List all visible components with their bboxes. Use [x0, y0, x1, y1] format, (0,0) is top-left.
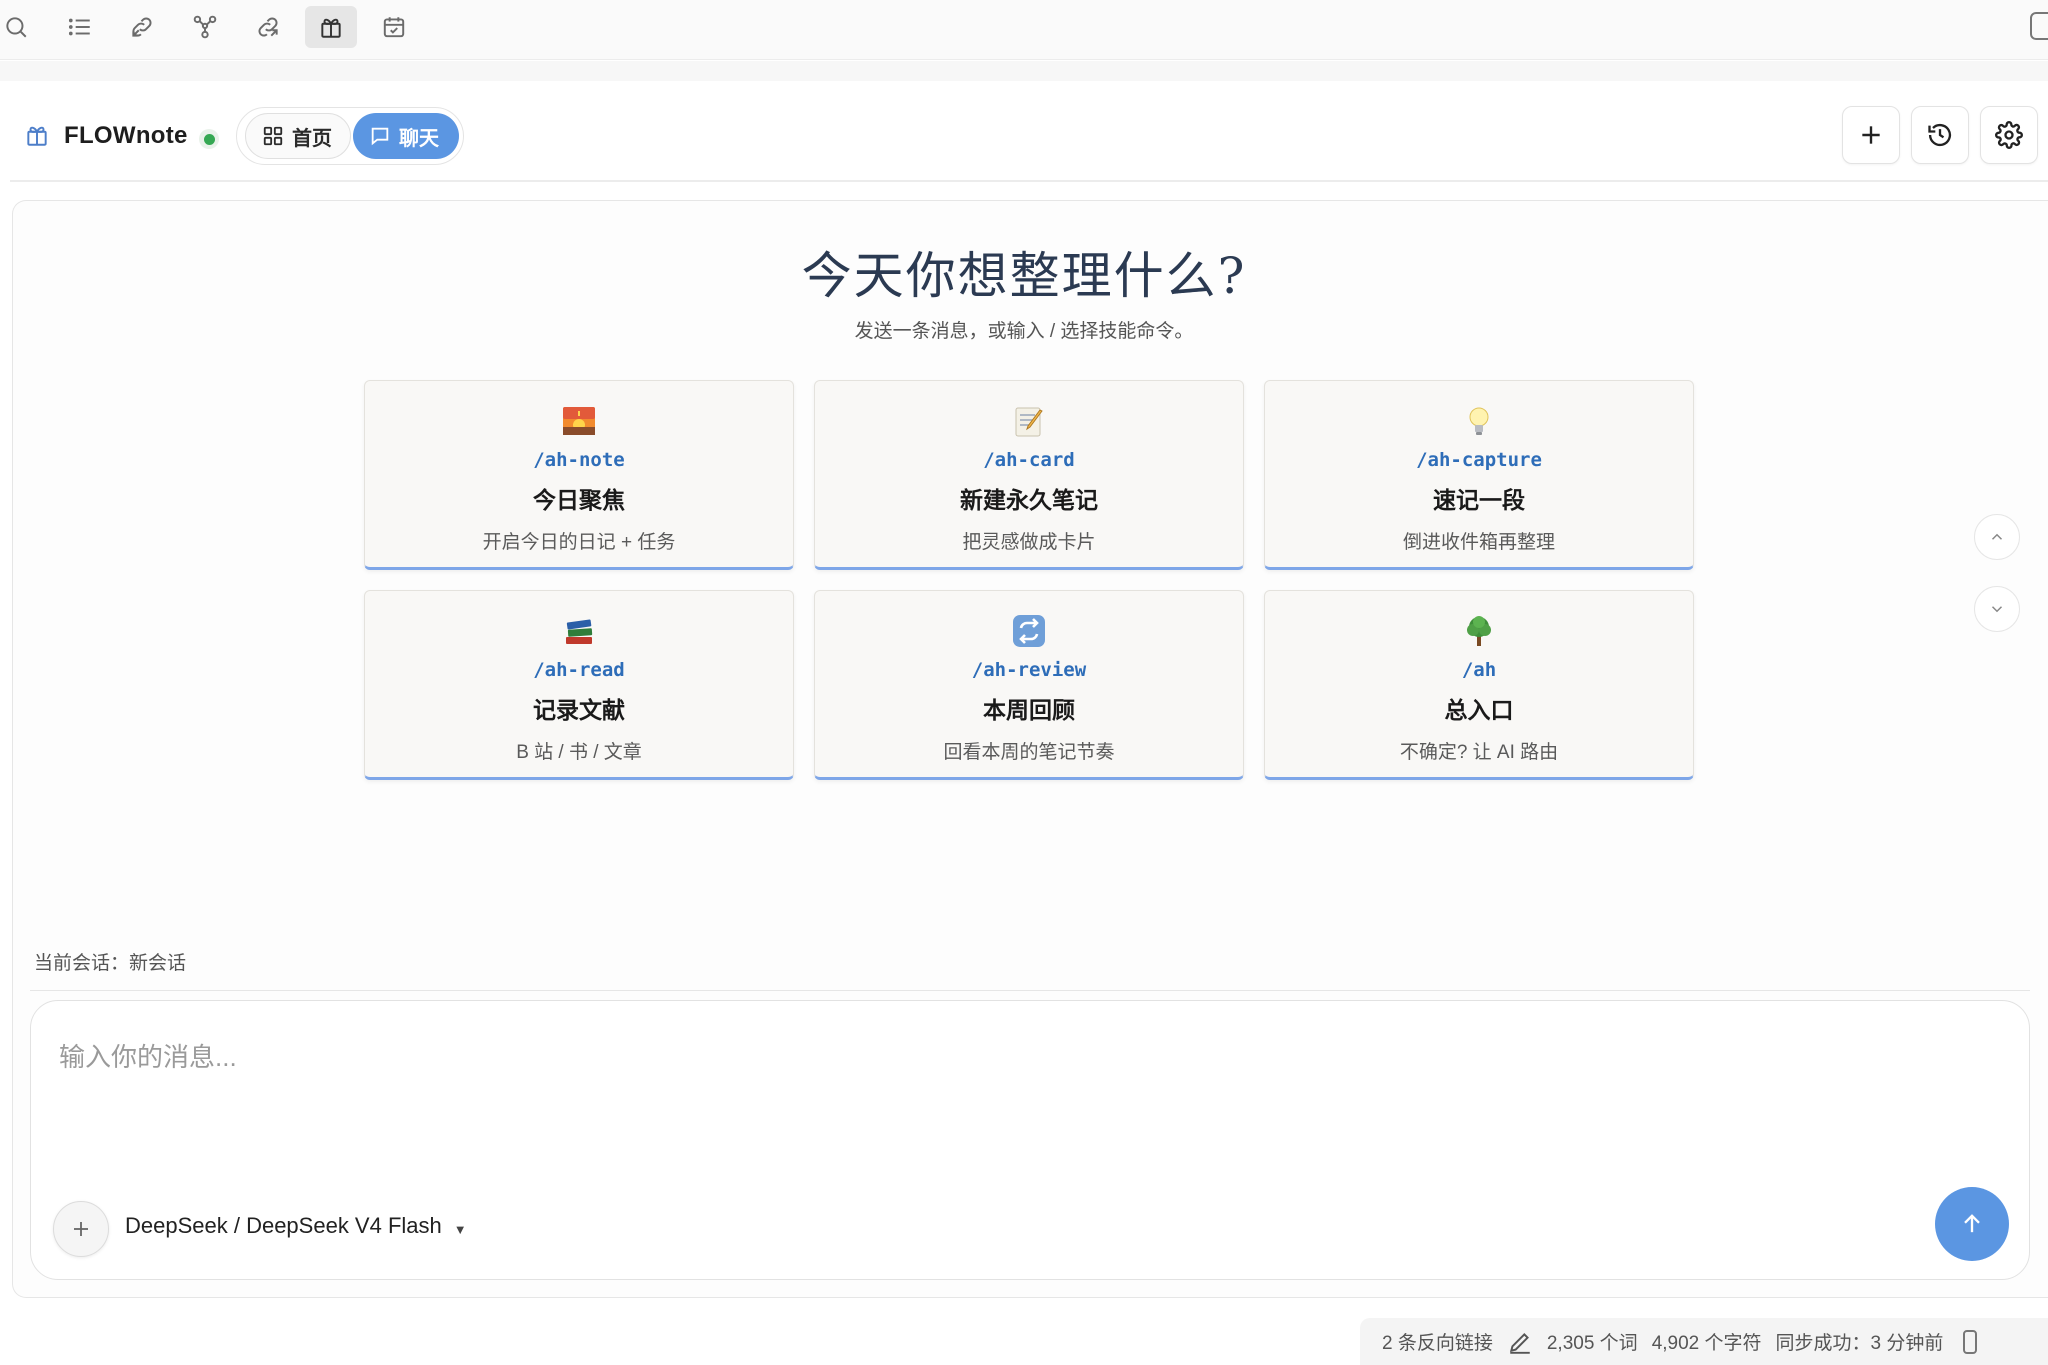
- sync-icon[interactable]: [1963, 1329, 1978, 1354]
- flownote-logo-icon: [24, 122, 50, 148]
- sync-status[interactable]: 同步成功：3 分钟前: [1776, 1328, 1944, 1355]
- skill-title: 速记一段: [1433, 487, 1525, 513]
- char-count: 4,902 个字符: [1651, 1333, 1762, 1354]
- header-divider: [10, 180, 2048, 182]
- app-name: FLOWnote: [64, 122, 188, 149]
- status-bar: 2 条反向链接 2,305 个词 4,902 个字符 同步成功：3 分钟前: [1360, 1318, 2048, 1365]
- arrow-up-icon: [1964, 1214, 1980, 1233]
- skill-cards-grid: /ah-note 今日聚焦 开启今日的日记 + 任务 /ah-card 新建永久…: [364, 380, 1694, 780]
- word-count: 2,305 个词: [1546, 1333, 1638, 1354]
- session-divider: [30, 990, 2030, 991]
- tree-icon: [1461, 613, 1497, 649]
- skill-command: /ah-capture: [1416, 449, 1542, 471]
- skill-title: 记录文献: [533, 697, 625, 723]
- scroll-down-button[interactable]: [1974, 586, 2020, 632]
- skill-command: /ah-card: [983, 449, 1075, 471]
- skill-command: /ah-review: [971, 659, 1087, 681]
- gear-icon: [1995, 121, 2023, 149]
- grid-icon: [263, 126, 283, 146]
- top-ribbon: [0, 0, 2048, 60]
- sunrise-icon: [561, 403, 597, 439]
- ribbon-divider: [0, 61, 2048, 81]
- flownote-icon[interactable]: [305, 6, 357, 48]
- skill-card-ah-capture[interactable]: /ah-capture 速记一段 倒进收件箱再整理: [1264, 380, 1694, 570]
- message-input[interactable]: [59, 1037, 1959, 1077]
- skill-card-ah-review[interactable]: /ah-review 本周回顾 回看本周的笔记节奏: [814, 590, 1244, 780]
- plus-icon: [74, 1222, 88, 1236]
- chevron-down-icon: [1991, 606, 2003, 613]
- search-icon[interactable]: [0, 6, 42, 48]
- scroll-up-button[interactable]: [1974, 514, 2020, 560]
- history-icon: [1928, 123, 1952, 147]
- backlink-icon[interactable]: [116, 6, 168, 48]
- plugin-header: FLOWnote 首页 聊天: [0, 100, 2048, 180]
- skill-description: 不确定? 让 AI 路由: [1399, 742, 1559, 763]
- skill-card-ah-card[interactable]: /ah-card 新建永久笔记 把灵感做成卡片: [814, 380, 1244, 570]
- skill-command: /ah: [1461, 659, 1497, 681]
- tab-chat[interactable]: 聊天: [353, 113, 459, 159]
- model-name: DeepSeek / DeepSeek V4 Flash: [125, 1213, 442, 1238]
- hero-title: 今天你想整理什么?: [801, 247, 1247, 305]
- tab-home[interactable]: 首页: [245, 113, 351, 159]
- attach-button[interactable]: [53, 1201, 109, 1257]
- view-switcher: 首页 聊天: [236, 107, 464, 165]
- skill-description: 开启今日的日记 + 任务: [482, 532, 676, 553]
- new-chat-button[interactable]: [1842, 106, 1900, 164]
- tab-home-label: 首页: [292, 127, 332, 150]
- tab-chat-label: 聊天: [399, 127, 439, 150]
- skill-title: 总入口: [1444, 697, 1514, 723]
- backlinks-count[interactable]: 2 条反向链接: [1382, 1328, 1493, 1355]
- repeat-icon: [1011, 613, 1047, 649]
- skill-title: 今日聚焦: [533, 487, 625, 513]
- skill-description: B 站 / 书 / 文章: [516, 742, 642, 763]
- books-icon: [561, 613, 597, 649]
- settings-button[interactable]: [1980, 106, 2038, 164]
- skill-title: 本周回顾: [983, 697, 1075, 723]
- send-button[interactable]: [1935, 1187, 2009, 1261]
- connection-status-indicator: [199, 129, 219, 149]
- calendar-icon[interactable]: [368, 6, 420, 48]
- model-selector[interactable]: DeepSeek / DeepSeek V4 Flash ▼: [125, 1213, 467, 1239]
- skill-command: /ah-note: [533, 449, 625, 471]
- outgoing-link-icon[interactable]: [242, 6, 294, 48]
- plus-icon: [1862, 126, 1880, 144]
- memo-icon: [1011, 403, 1047, 439]
- skill-description: 回看本周的笔记节奏: [943, 742, 1115, 763]
- sidebar-toggle-icon[interactable]: [2030, 12, 2048, 40]
- message-composer: DeepSeek / DeepSeek V4 Flash ▼: [30, 1000, 2030, 1280]
- graph-icon[interactable]: [179, 6, 231, 48]
- pencil-icon[interactable]: [1507, 1329, 1533, 1355]
- chat-bubble-icon: [371, 127, 389, 146]
- history-button[interactable]: [1911, 106, 1969, 164]
- chevron-up-icon: [1991, 533, 2003, 540]
- outline-list-icon[interactable]: [54, 6, 106, 48]
- skill-card-ah[interactable]: /ah 总入口 不确定? 让 AI 路由: [1264, 590, 1694, 780]
- hero-subtitle: 发送一条消息，或输入 / 选择技能命令。: [854, 321, 1194, 342]
- skill-card-ah-note[interactable]: /ah-note 今日聚焦 开启今日的日记 + 任务: [364, 380, 794, 570]
- current-session-label: 当前会话：新会话: [34, 953, 187, 974]
- skill-command: /ah-read: [533, 659, 625, 681]
- light-bulb-icon: [1461, 403, 1497, 439]
- skill-description: 倒进收件箱再整理: [1402, 532, 1555, 553]
- skill-card-ah-read[interactable]: /ah-read 记录文献 B 站 / 书 / 文章: [364, 590, 794, 780]
- chevron-down-icon: ▼: [453, 1221, 467, 1237]
- skill-title: 新建永久笔记: [960, 487, 1098, 513]
- skill-description: 把灵感做成卡片: [962, 532, 1096, 553]
